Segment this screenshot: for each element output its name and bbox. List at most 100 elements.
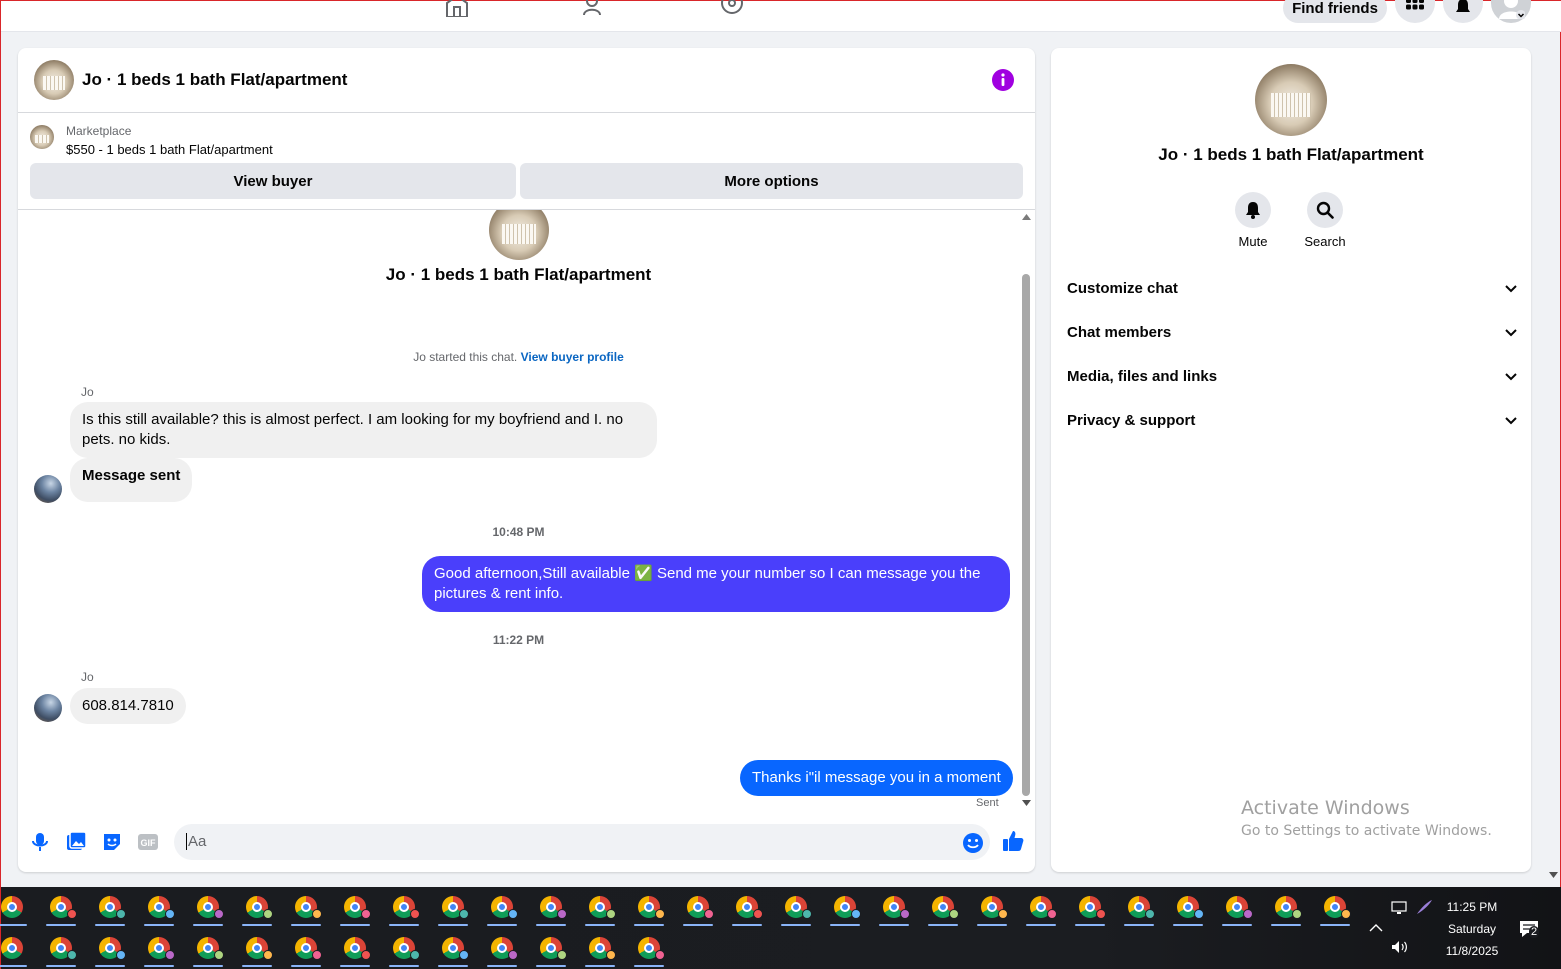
chat-members-section[interactable]: Chat members xyxy=(1067,324,1517,341)
info-icon[interactable] xyxy=(992,69,1014,91)
taskbar-chrome-window-icon[interactable] xyxy=(187,887,227,927)
notifications-button[interactable] xyxy=(1443,0,1483,23)
outgoing-message[interactable]: Good afternoon,Still available ✅ Send me… xyxy=(422,556,1010,612)
taskbar-chrome-window-icon[interactable] xyxy=(285,928,325,968)
listing-avatar[interactable] xyxy=(34,60,74,100)
running-indicator xyxy=(291,965,321,967)
account-button[interactable] xyxy=(1491,0,1531,23)
message-list[interactable]: Jo · 1 beds 1 bath Flat/apartment Jo sta… xyxy=(18,210,1035,814)
taskbar-chrome-window-icon[interactable] xyxy=(89,887,129,927)
clock-time[interactable]: 11:25 PM xyxy=(1437,900,1507,914)
taskbar-chrome-window-icon[interactable] xyxy=(236,928,276,968)
taskbar-chrome-window-icon[interactable] xyxy=(1265,887,1305,927)
mute-button[interactable]: Mute xyxy=(1223,192,1283,249)
taskbar-chrome-window-icon[interactable] xyxy=(1020,887,1060,927)
network-icon[interactable] xyxy=(1391,901,1409,915)
profile-badge-icon xyxy=(802,909,812,919)
profile-badge-icon xyxy=(900,909,910,919)
taskbar-chrome-window-icon[interactable] xyxy=(236,887,276,927)
taskbar-chrome-window-icon[interactable] xyxy=(285,887,325,927)
taskbar-chrome-window-icon[interactable] xyxy=(0,928,31,968)
chevron-up-icon[interactable] xyxy=(1369,923,1383,932)
taskbar-chrome-window-icon[interactable] xyxy=(40,928,80,968)
taskbar-chrome-window-icon[interactable] xyxy=(187,928,227,968)
taskbar-chrome-window-icon[interactable] xyxy=(383,887,423,927)
taskbar-chrome-window-icon[interactable] xyxy=(0,887,31,927)
volume-icon[interactable] xyxy=(1391,940,1409,954)
view-buyer-profile-link[interactable]: View buyer profile xyxy=(521,350,624,364)
home-icon[interactable] xyxy=(444,0,470,17)
running-indicator xyxy=(340,924,370,926)
taskbar-chrome-window-icon[interactable] xyxy=(530,928,570,968)
search-button[interactable]: Search xyxy=(1295,192,1355,249)
avatar-icon xyxy=(1499,0,1525,19)
chat-details-panel: Jo · 1 beds 1 bath Flat/apartment Mute S… xyxy=(1051,48,1531,872)
incoming-message[interactable]: 608.814.7810 xyxy=(70,688,186,724)
taskbar-chrome-window-icon[interactable] xyxy=(579,928,619,968)
taskbar-chrome-window-icon[interactable] xyxy=(677,887,717,927)
clock-day[interactable]: Saturday xyxy=(1437,922,1507,936)
taskbar-chrome-window-icon[interactable] xyxy=(432,928,472,968)
sticker-icon[interactable] xyxy=(100,830,124,854)
privacy-support-section[interactable]: Privacy & support xyxy=(1067,412,1517,429)
outgoing-message[interactable]: Thanks i"il message you in a moment xyxy=(740,760,1013,796)
view-buyer-button[interactable]: View buyer xyxy=(30,163,516,199)
taskbar-chrome-window-icon[interactable] xyxy=(1314,887,1354,927)
clock-date[interactable]: 11/8/2025 xyxy=(1437,944,1507,958)
taskbar-chrome-window-icon[interactable] xyxy=(824,887,864,927)
marketplace-listing[interactable]: Marketplace $550 - 1 beds 1 bath Flat/ap… xyxy=(30,124,273,157)
groups-icon[interactable] xyxy=(719,0,745,17)
pen-icon[interactable] xyxy=(1415,899,1433,915)
taskbar-chrome-window-icon[interactable] xyxy=(89,928,129,968)
details-avatar[interactable] xyxy=(1255,64,1327,136)
gif-icon[interactable]: GIF xyxy=(136,830,160,854)
customize-chat-section[interactable]: Customize chat xyxy=(1067,280,1517,297)
more-options-button[interactable]: More options xyxy=(520,163,1023,199)
scroll-up-arrow-icon[interactable] xyxy=(1022,214,1031,220)
incoming-message[interactable]: Message sent xyxy=(70,458,193,502)
profile-badge-icon xyxy=(949,909,959,919)
taskbar-chrome-window-icon[interactable] xyxy=(1167,887,1207,927)
notification-center-button[interactable]: 2 xyxy=(1519,920,1545,942)
sender-avatar[interactable] xyxy=(34,475,62,503)
scroll-thumb[interactable] xyxy=(1022,274,1030,796)
incoming-message[interactable]: Is this still available? this is almost … xyxy=(70,402,657,458)
microphone-icon[interactable] xyxy=(28,830,52,854)
like-icon[interactable] xyxy=(1002,830,1024,852)
page-scroll-down-icon[interactable] xyxy=(1549,872,1558,878)
message-scrollbar[interactable] xyxy=(1020,210,1031,814)
taskbar-chrome-window-icon[interactable] xyxy=(1216,887,1256,927)
taskbar-chrome-window-icon[interactable] xyxy=(628,887,668,927)
taskbar-chrome-window-icon[interactable] xyxy=(138,887,178,927)
taskbar-chrome-window-icon[interactable] xyxy=(383,928,423,968)
menu-button[interactable] xyxy=(1395,0,1435,23)
taskbar-chrome-window-icon[interactable] xyxy=(530,887,570,927)
emoji-icon[interactable] xyxy=(962,832,984,854)
taskbar-chrome-window-icon[interactable] xyxy=(971,887,1011,927)
taskbar-chrome-window-icon[interactable] xyxy=(873,887,913,927)
sender-avatar[interactable] xyxy=(34,694,62,722)
scroll-down-arrow-icon[interactable] xyxy=(1022,800,1031,806)
photo-icon[interactable] xyxy=(64,830,88,854)
taskbar-chrome-window-icon[interactable] xyxy=(726,887,766,927)
taskbar-chrome-window-icon[interactable] xyxy=(922,887,962,927)
message-input[interactable]: Aa xyxy=(174,824,990,860)
taskbar-chrome-window-icon[interactable] xyxy=(40,887,80,927)
friends-icon[interactable] xyxy=(582,0,608,17)
chat-title[interactable]: Jo · 1 beds 1 bath Flat/apartment xyxy=(82,70,347,90)
taskbar-chrome-window-icon[interactable] xyxy=(1118,887,1158,927)
taskbar-chrome-window-icon[interactable] xyxy=(775,887,815,927)
taskbar-chrome-window-icon[interactable] xyxy=(481,887,521,927)
taskbar-chrome-window-icon[interactable] xyxy=(138,928,178,968)
taskbar-chrome-window-icon[interactable] xyxy=(579,887,619,927)
taskbar-chrome-window-icon[interactable] xyxy=(481,928,521,968)
taskbar-chrome-window-icon[interactable] xyxy=(628,928,668,968)
taskbar-chrome-window-icon[interactable] xyxy=(334,928,374,968)
taskbar-chrome-window-icon[interactable] xyxy=(1069,887,1109,927)
page-scrollbar[interactable] xyxy=(1546,36,1560,886)
profile-badge-icon xyxy=(1341,909,1351,919)
taskbar-chrome-window-icon[interactable] xyxy=(334,887,374,927)
media-files-links-section[interactable]: Media, files and links xyxy=(1067,368,1517,385)
find-friends-button[interactable]: Find friends xyxy=(1283,0,1387,23)
taskbar-chrome-window-icon[interactable] xyxy=(432,887,472,927)
